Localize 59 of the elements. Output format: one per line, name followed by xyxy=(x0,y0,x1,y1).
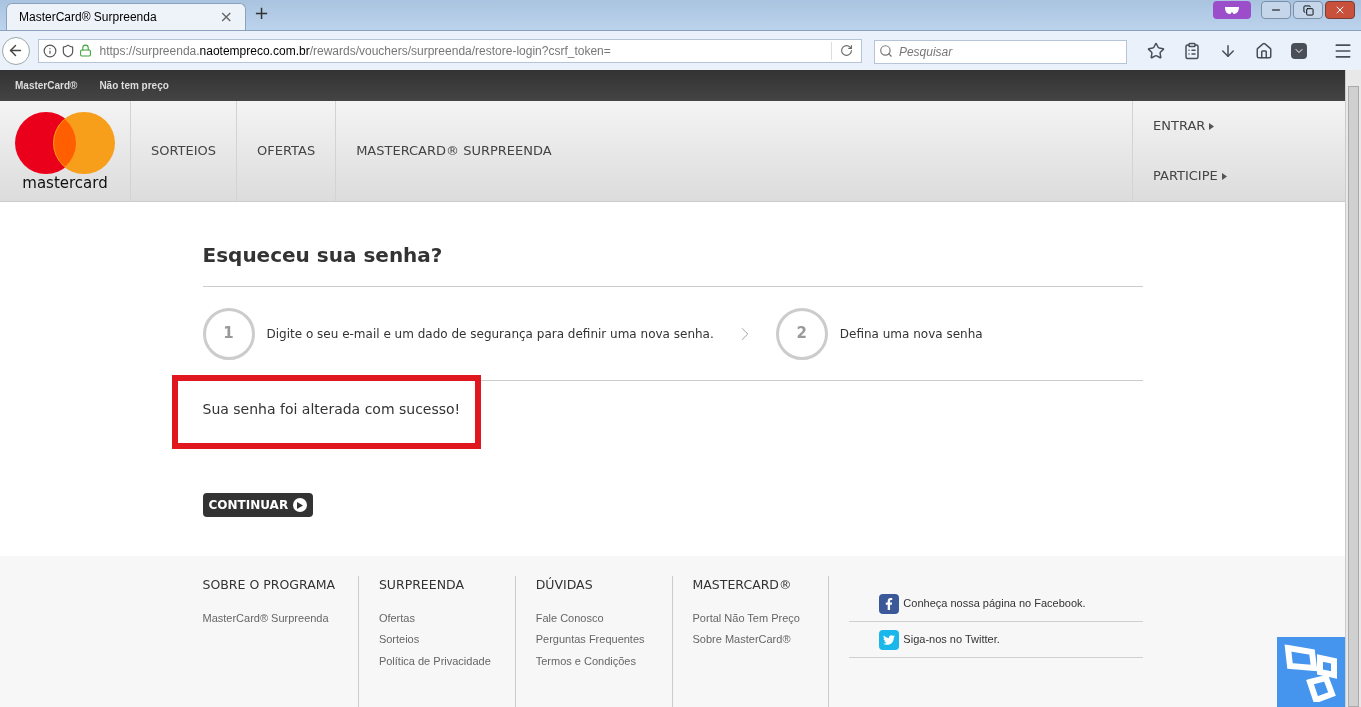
triangle-icon xyxy=(1209,122,1215,130)
search-icon xyxy=(878,43,893,58)
address-bar[interactable]: https://surpreenda.naotempreco.com.br/rewards/vouchers/surpreenda/restore-login?csrf_token= xyxy=(37,38,862,63)
page-title: Esqueceu sua senha? xyxy=(202,240,1143,287)
lock-icon xyxy=(78,44,92,57)
account-link[interactable]: ENTRAR xyxy=(1133,101,1345,151)
new-tab-button[interactable]: + xyxy=(254,0,270,26)
footer-link[interactable]: Sobre MasterCard® xyxy=(692,631,829,648)
footer-link[interactable]: Portal Não Tem Preço xyxy=(692,609,829,627)
bookmark-star-icon[interactable] xyxy=(1147,41,1165,60)
footer-link[interactable]: Fale Conosco xyxy=(535,609,672,627)
pocket-icon[interactable] xyxy=(1291,42,1307,59)
footer-link[interactable]: MasterCard® Surpreenda xyxy=(202,609,358,627)
nav-link[interactable]: OFERTAS xyxy=(237,101,337,201)
private-mask-icon xyxy=(1213,1,1251,19)
restore-icon xyxy=(1302,4,1314,16)
mastercard-logo-icon[interactable] xyxy=(15,111,115,174)
nav-link[interactable]: MASTERCARD® SURPREENDA xyxy=(336,101,572,201)
success-message: Sua senha foi alterada com sucesso! xyxy=(171,375,481,449)
shield-icon[interactable] xyxy=(60,43,75,58)
step-text: Defina uma nova senha xyxy=(839,325,983,343)
account-link[interactable]: PARTICIPE xyxy=(1133,151,1345,201)
nav-link[interactable]: SORTEIOS xyxy=(131,101,238,201)
top-bar-link[interactable]: Não tem preço xyxy=(99,78,169,93)
footer-heading: SURPREENDA xyxy=(378,576,465,594)
triangle-icon xyxy=(1221,172,1227,180)
footer-link[interactable]: Perguntas Frequentes xyxy=(535,631,672,648)
home-icon[interactable] xyxy=(1255,41,1273,60)
scrollbar[interactable] xyxy=(1345,70,1361,707)
info-icon[interactable] xyxy=(42,43,57,58)
footer-link[interactable]: Termos e Condições xyxy=(535,652,672,670)
restore-button[interactable] xyxy=(1293,1,1323,19)
logo-wordmark: mastercard xyxy=(22,175,108,191)
social-link[interactable]: Conheça nossa página no Facebook. xyxy=(903,595,1086,612)
step-text: Digite o seu e-mail e um dado de segurança para definir uma nova senha. xyxy=(266,325,714,343)
footer-link[interactable]: Ofertas xyxy=(378,609,515,627)
continue-button[interactable]: CONTINUAR xyxy=(202,493,314,517)
footer-heading: MASTERCARD® xyxy=(692,576,793,594)
social-link[interactable]: Siga-nos no Twitter. xyxy=(903,631,1000,648)
close-window-button[interactable] xyxy=(1325,1,1355,19)
footer-link[interactable]: Política de Privacidade xyxy=(378,652,515,670)
footer-link[interactable]: Sorteios xyxy=(378,631,515,648)
close-tab-button[interactable]: × xyxy=(219,5,233,29)
footer-heading: DÚVIDAS xyxy=(535,576,594,594)
close-icon xyxy=(1334,4,1346,16)
reload-icon[interactable] xyxy=(839,44,853,57)
browser-tab[interactable]: MasterCard® Surpreenda × xyxy=(6,3,246,30)
back-button[interactable] xyxy=(2,36,30,65)
clipboard-icon[interactable] xyxy=(1183,41,1201,60)
step-number: 1 xyxy=(202,307,255,360)
footer-heading: SOBRE O PROGRAMA xyxy=(202,576,337,594)
step-number: 2 xyxy=(775,307,828,360)
minimize-button[interactable] xyxy=(1261,1,1291,19)
widget-logo-icon[interactable] xyxy=(1277,637,1345,707)
facebook-icon[interactable] xyxy=(879,593,900,614)
top-bar-link[interactable]: MasterCard® xyxy=(15,78,78,93)
url-text: https://surpreenda.naotempreco.com.br/rewards/vouchers/surpreenda/restore-login?csrf_token= xyxy=(99,42,611,60)
search-field[interactable]: Pesquisar xyxy=(873,39,1127,64)
tab-title: MasterCard® Surpreenda xyxy=(19,9,157,26)
